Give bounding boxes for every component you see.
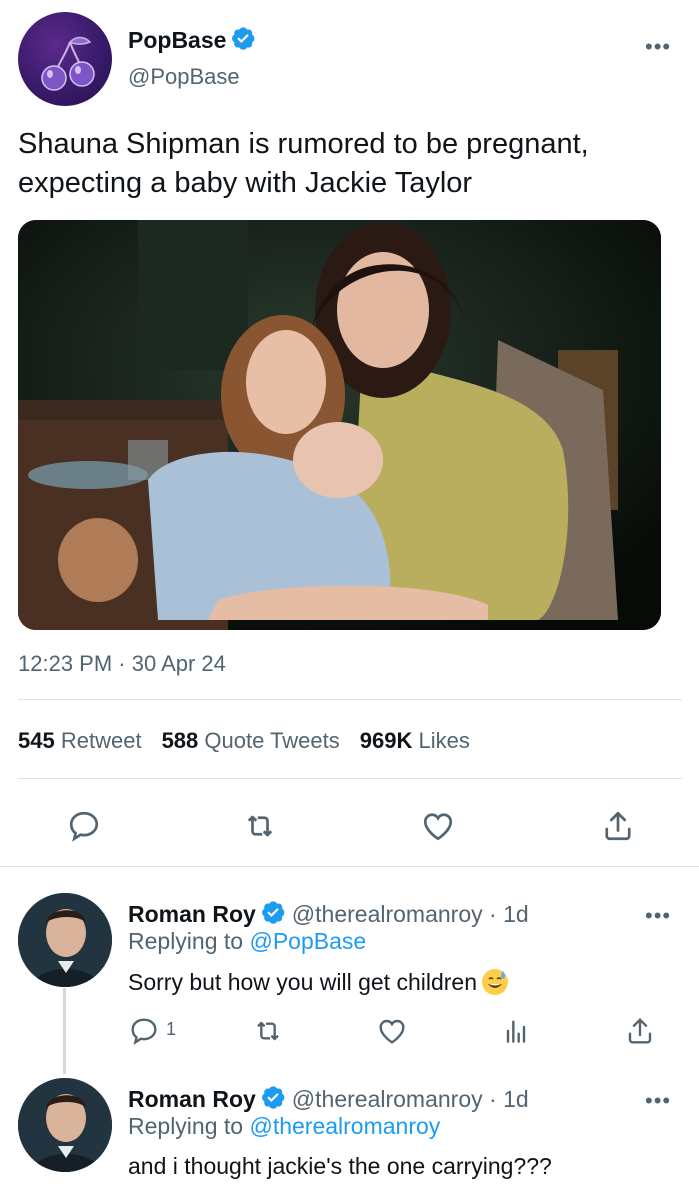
reply-icon[interactable] (128, 1015, 160, 1047)
reply-count: 1 (166, 1019, 177, 1039)
verified-badge-icon (230, 25, 256, 57)
retweet-count: 545 (18, 728, 55, 753)
avatar-image (18, 893, 112, 987)
more-options-icon[interactable]: ••• (645, 903, 671, 929)
quote-stat[interactable]: 588 Quote Tweets (162, 728, 340, 753)
author-handle[interactable]: @PopBase (128, 64, 240, 90)
quote-count: 588 (161, 728, 199, 753)
reply-author-handle[interactable]: @therealromanroy (292, 1086, 483, 1112)
retweet-icon[interactable] (252, 1015, 284, 1047)
reply-author-line: Roman Roy @therealromanroy · 1d (128, 1084, 529, 1116)
cherry-icon (41, 36, 95, 91)
sweat-smile-emoji (481, 968, 509, 996)
photo-image (18, 220, 661, 630)
retweet-label: Retweet (60, 728, 142, 753)
retweet-stat[interactable]: 545 Retweet (18, 728, 142, 753)
author-avatar[interactable] (18, 12, 112, 106)
replying-to-link[interactable]: @PopBase (249, 928, 366, 954)
verified-badge-icon (260, 899, 286, 931)
share-icon[interactable] (624, 1015, 656, 1047)
likes-label: Likes (418, 728, 470, 753)
tweet-timestamp[interactable]: 12:23 PM · 30 Apr 24 (18, 651, 226, 677)
like-icon[interactable] (376, 1015, 408, 1047)
replying-to: Replying to @therealromanroy (128, 1113, 440, 1140)
replying-to-link[interactable]: @therealromanroy (249, 1113, 440, 1139)
retweet-icon[interactable] (242, 808, 278, 844)
reply-text-content: Sorry but how you will get children (128, 969, 477, 995)
share-icon[interactable] (600, 808, 636, 844)
author-name-text[interactable]: PopBase (128, 27, 226, 53)
reply-text: and i thought jackie's the one carrying?… (128, 1153, 552, 1179)
divider (18, 699, 682, 700)
reply-author-name[interactable]: Roman Roy (128, 1086, 256, 1112)
reply-author-avatar[interactable] (18, 1078, 112, 1172)
divider (18, 778, 682, 779)
analytics-icon[interactable] (500, 1015, 532, 1047)
section-divider (0, 866, 699, 867)
reply-author-line: Roman Roy @therealromanroy · 1d (128, 899, 529, 931)
replying-prefix: Replying to (128, 928, 244, 954)
reply-age[interactable]: · 1d (489, 1086, 529, 1112)
reply-author-handle[interactable]: @therealromanroy (292, 901, 483, 927)
quote-label: Quote Tweets (204, 728, 340, 753)
verified-badge-icon (260, 1084, 286, 1116)
reply-age[interactable]: · 1d (489, 901, 529, 927)
like-icon[interactable] (420, 808, 456, 844)
replying-to: Replying to @PopBase (128, 928, 366, 955)
more-options-icon[interactable]: ••• (645, 34, 671, 60)
tweet-stats: 545 Retweet 588 Quote Tweets 969K Likes (18, 728, 470, 754)
tweet-text: Shauna Shipman is rumored to be pregnant… (18, 128, 589, 199)
author-name[interactable]: PopBase (128, 25, 256, 57)
reply-author-avatar[interactable] (18, 893, 112, 987)
tweet-photo[interactable] (18, 220, 661, 630)
replying-prefix: Replying to (128, 1113, 244, 1139)
thread-line (63, 988, 66, 1074)
likes-stat[interactable]: 969K Likes (360, 728, 470, 753)
reply-text: Sorry but how you will get children (128, 968, 509, 996)
avatar-image (18, 1078, 112, 1172)
likes-count: 969K (359, 728, 413, 753)
more-options-icon[interactable]: ••• (645, 1088, 671, 1114)
reply-author-name[interactable]: Roman Roy (128, 901, 256, 927)
reply-icon[interactable] (66, 808, 102, 844)
